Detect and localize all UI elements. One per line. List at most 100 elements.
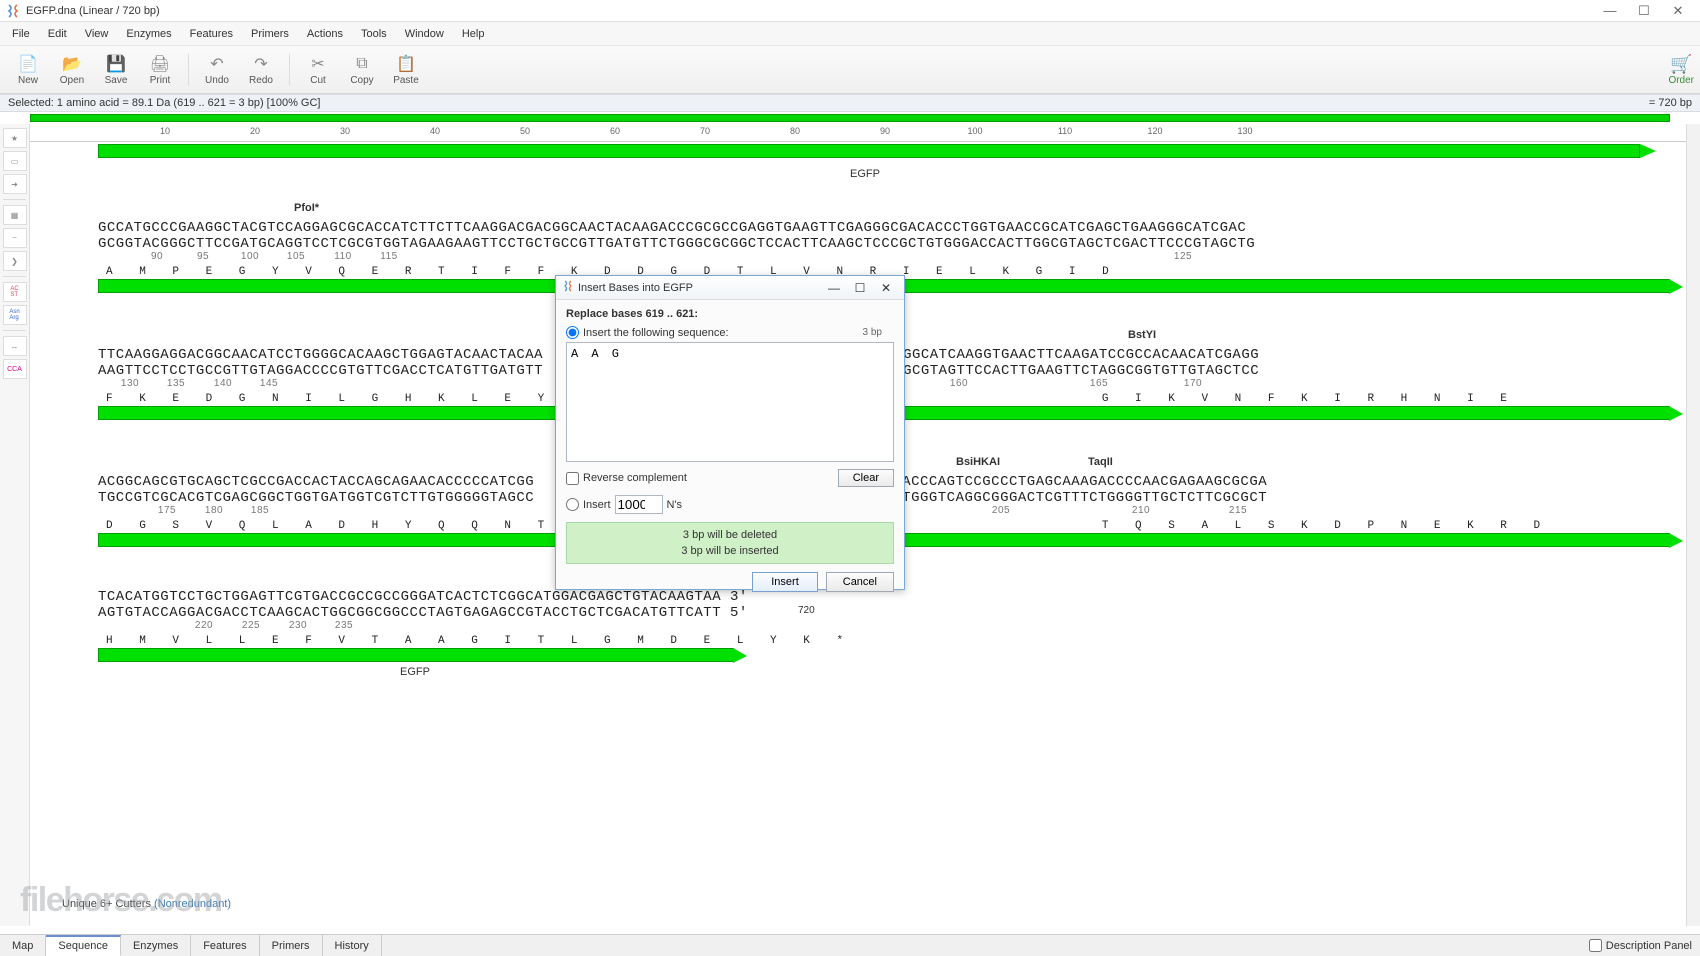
dialog-minimize-button[interactable]: — <box>822 279 846 297</box>
tab-primers[interactable]: Primers <box>260 935 323 956</box>
sequence-bottom-strand[interactable]: AGTGTACCAGGACGACCTCAAGCACTGGCGGCGGCCCTAG… <box>98 605 1670 621</box>
dialog-maximize-button[interactable]: ☐ <box>848 279 872 297</box>
window-title: EGFP.dna (Linear / 720 bp) <box>26 5 1598 17</box>
ruler: 10 20 30 40 50 60 70 80 90 100 110 120 1… <box>30 124 1700 142</box>
new-button[interactable]: 📄New <box>6 49 50 91</box>
sequence-bottom-strand[interactable]: TGGGTCAGGCGGGACTCGTTTCTGGGGTTGCTCTTCGCGC… <box>902 490 1267 506</box>
sequence-top-strand[interactable]: GGCATCAAGGTGAACTTCAAGATCCGCCACAACATCGAGG <box>903 347 1259 363</box>
feature-arrow[interactable] <box>98 648 734 662</box>
description-panel-checkbox[interactable] <box>1589 939 1602 952</box>
reverse-complement-checkbox[interactable] <box>566 472 579 485</box>
side-tool[interactable]: ▦ <box>3 205 27 225</box>
save-button[interactable]: 💾Save <box>94 49 138 91</box>
sequence-bottom-strand[interactable]: AAGTTCCTCCTGCCGTTGTAGGACCCCGTGTTCGACCTCA… <box>98 363 543 379</box>
sequence-length-label: 720 <box>798 605 815 616</box>
toolbar-separator <box>188 54 189 86</box>
app-icon <box>6 4 20 18</box>
side-tool[interactable]: AsnArg <box>3 305 27 325</box>
menu-actions[interactable]: Actions <box>299 25 351 43</box>
order-button[interactable]: 🛒Order <box>1668 54 1694 86</box>
menu-edit[interactable]: Edit <box>40 25 75 43</box>
redo-button[interactable]: ↷Redo <box>239 49 283 91</box>
side-tool[interactable]: ▭ <box>3 151 27 171</box>
side-tool[interactable]: ↔ <box>3 336 27 356</box>
sequence-bottom-strand[interactable]: GCGGTACGGGCTTCCGATGCAGGTCCTCGCGTGGTAGAAG… <box>98 236 1670 252</box>
tab-map[interactable]: Map <box>0 935 46 956</box>
sequence-top-strand[interactable]: TTCAAGGAGGACGGCAACATCCTGGGGCACAAGCTGGAGT… <box>98 347 543 363</box>
menu-view[interactable]: View <box>77 25 117 43</box>
vertical-scrollbar[interactable] <box>1686 124 1700 926</box>
save-icon: 💾 <box>106 54 126 74</box>
side-tool[interactable]: ❯ <box>3 251 27 271</box>
open-icon: 📂 <box>62 54 82 74</box>
title-bar: EGFP.dna (Linear / 720 bp) — ☐ ✕ <box>0 0 1700 22</box>
menu-primers[interactable]: Primers <box>243 25 297 43</box>
feature-arrow[interactable] <box>98 144 1640 164</box>
clear-button[interactable]: Clear <box>838 469 894 487</box>
cut-icon: ✂ <box>308 54 328 74</box>
copy-button[interactable]: ⧉Copy <box>340 49 384 91</box>
menu-enzymes[interactable]: Enzymes <box>118 25 179 43</box>
ns-label: N's <box>667 499 683 511</box>
side-tool[interactable]: CCA <box>3 359 27 379</box>
side-tool[interactable]: ⎯ <box>3 228 27 248</box>
menu-bar: File Edit View Enzymes Features Primers … <box>0 22 1700 46</box>
insert-bases-dialog: Insert Bases into EGFP — ☐ ✕ Replace bas… <box>555 275 905 590</box>
menu-window[interactable]: Window <box>397 25 452 43</box>
position-ticks: 90 95 100 105 110 115 125 <box>98 252 1670 266</box>
side-tool[interactable]: ★ <box>3 128 27 148</box>
sequence-top-strand[interactable]: ACCCAGTCCGCCCTGAGCAAAGACCCCAACGAGAAGCGCG… <box>902 474 1267 490</box>
amino-acid-row: H M V L L E F V T A A G I T L G M D E L … <box>98 635 1670 647</box>
tab-enzymes[interactable]: Enzymes <box>121 935 191 956</box>
enzyme-site[interactable]: BstYI <box>1128 329 1156 341</box>
sequence-bottom-strand[interactable]: TGCCGTCGCACGTCGAGCGGCTGGTGATGGTCGTCTTGTG… <box>98 490 534 506</box>
position-ticks: 220 225 230 235 <box>98 621 1670 635</box>
cancel-button[interactable]: Cancel <box>826 572 894 592</box>
sequence-top-strand[interactable]: GCCATGCCCGAAGGCTACGTCCAGGAGCGCACCATCTTCT… <box>98 220 1670 236</box>
window-controls: — ☐ ✕ <box>1598 3 1694 19</box>
cutter-filter[interactable]: Unique 6+ Cutters (Nonredundant) <box>62 898 231 910</box>
dialog-icon <box>562 280 574 295</box>
insert-ns-radio[interactable] <box>566 498 579 511</box>
selection-info: Selected: 1 amino acid = 89.1 Da (619 ..… <box>8 97 320 109</box>
tab-history[interactable]: History <box>323 935 382 956</box>
maximize-button[interactable]: ☐ <box>1632 3 1656 19</box>
enzyme-site[interactable]: TaqII <box>1088 456 1113 468</box>
side-tool[interactable]: ACST <box>3 282 27 302</box>
minimize-button[interactable]: — <box>1598 3 1622 18</box>
undo-button[interactable]: ↶Undo <box>195 49 239 91</box>
menu-file[interactable]: File <box>4 25 38 43</box>
dialog-body: Replace bases 619 .. 621: Insert the fol… <box>556 300 904 600</box>
sequence-bottom-strand[interactable]: GCGTAGTTCCACTTGAAGTTCTAGGCGGTGTTGTAGCTCC <box>903 363 1259 379</box>
menu-help[interactable]: Help <box>454 25 493 43</box>
enzyme-site[interactable]: PfoI* <box>294 202 319 214</box>
dialog-close-button[interactable]: ✕ <box>874 279 898 297</box>
sequence-top-strand[interactable]: ACGGCAGCGTGCAGCTCGCCGACCACTACCAGCAGAACAC… <box>98 474 534 490</box>
sequence-input[interactable] <box>566 342 894 462</box>
description-panel-toggle[interactable]: Description Panel <box>1581 935 1700 956</box>
insert-sequence-radio[interactable] <box>566 326 579 339</box>
close-button[interactable]: ✕ <box>1666 3 1690 19</box>
open-button[interactable]: 📂Open <box>50 49 94 91</box>
undo-icon: ↶ <box>207 54 227 74</box>
new-icon: 📄 <box>18 54 38 74</box>
side-tool[interactable]: ➜ <box>3 174 27 194</box>
sequence-length: = 720 bp <box>1649 97 1692 109</box>
feature-label: EGFP <box>30 168 1700 180</box>
menu-features[interactable]: Features <box>182 25 241 43</box>
redo-icon: ↷ <box>251 54 271 74</box>
menu-tools[interactable]: Tools <box>353 25 395 43</box>
print-button[interactable]: 🖨Print <box>138 49 182 91</box>
paste-button[interactable]: 📋Paste <box>384 49 428 91</box>
bp-count: 3 bp <box>863 327 882 338</box>
toolbar: 📄New 📂Open 💾Save 🖨Print ↶Undo ↷Redo ✂Cut… <box>0 46 1700 94</box>
enzyme-site[interactable]: BsiHKAI <box>956 456 1000 468</box>
sequence-minimap[interactable] <box>0 112 1700 124</box>
dialog-titlebar: Insert Bases into EGFP — ☐ ✕ <box>556 276 904 300</box>
tab-features[interactable]: Features <box>191 935 259 956</box>
insert-button[interactable]: Insert <box>752 572 818 592</box>
cut-button[interactable]: ✂Cut <box>296 49 340 91</box>
n-count-input[interactable] <box>615 495 663 514</box>
dialog-title: Insert Bases into EGFP <box>578 282 822 294</box>
tab-sequence[interactable]: Sequence <box>46 935 121 956</box>
